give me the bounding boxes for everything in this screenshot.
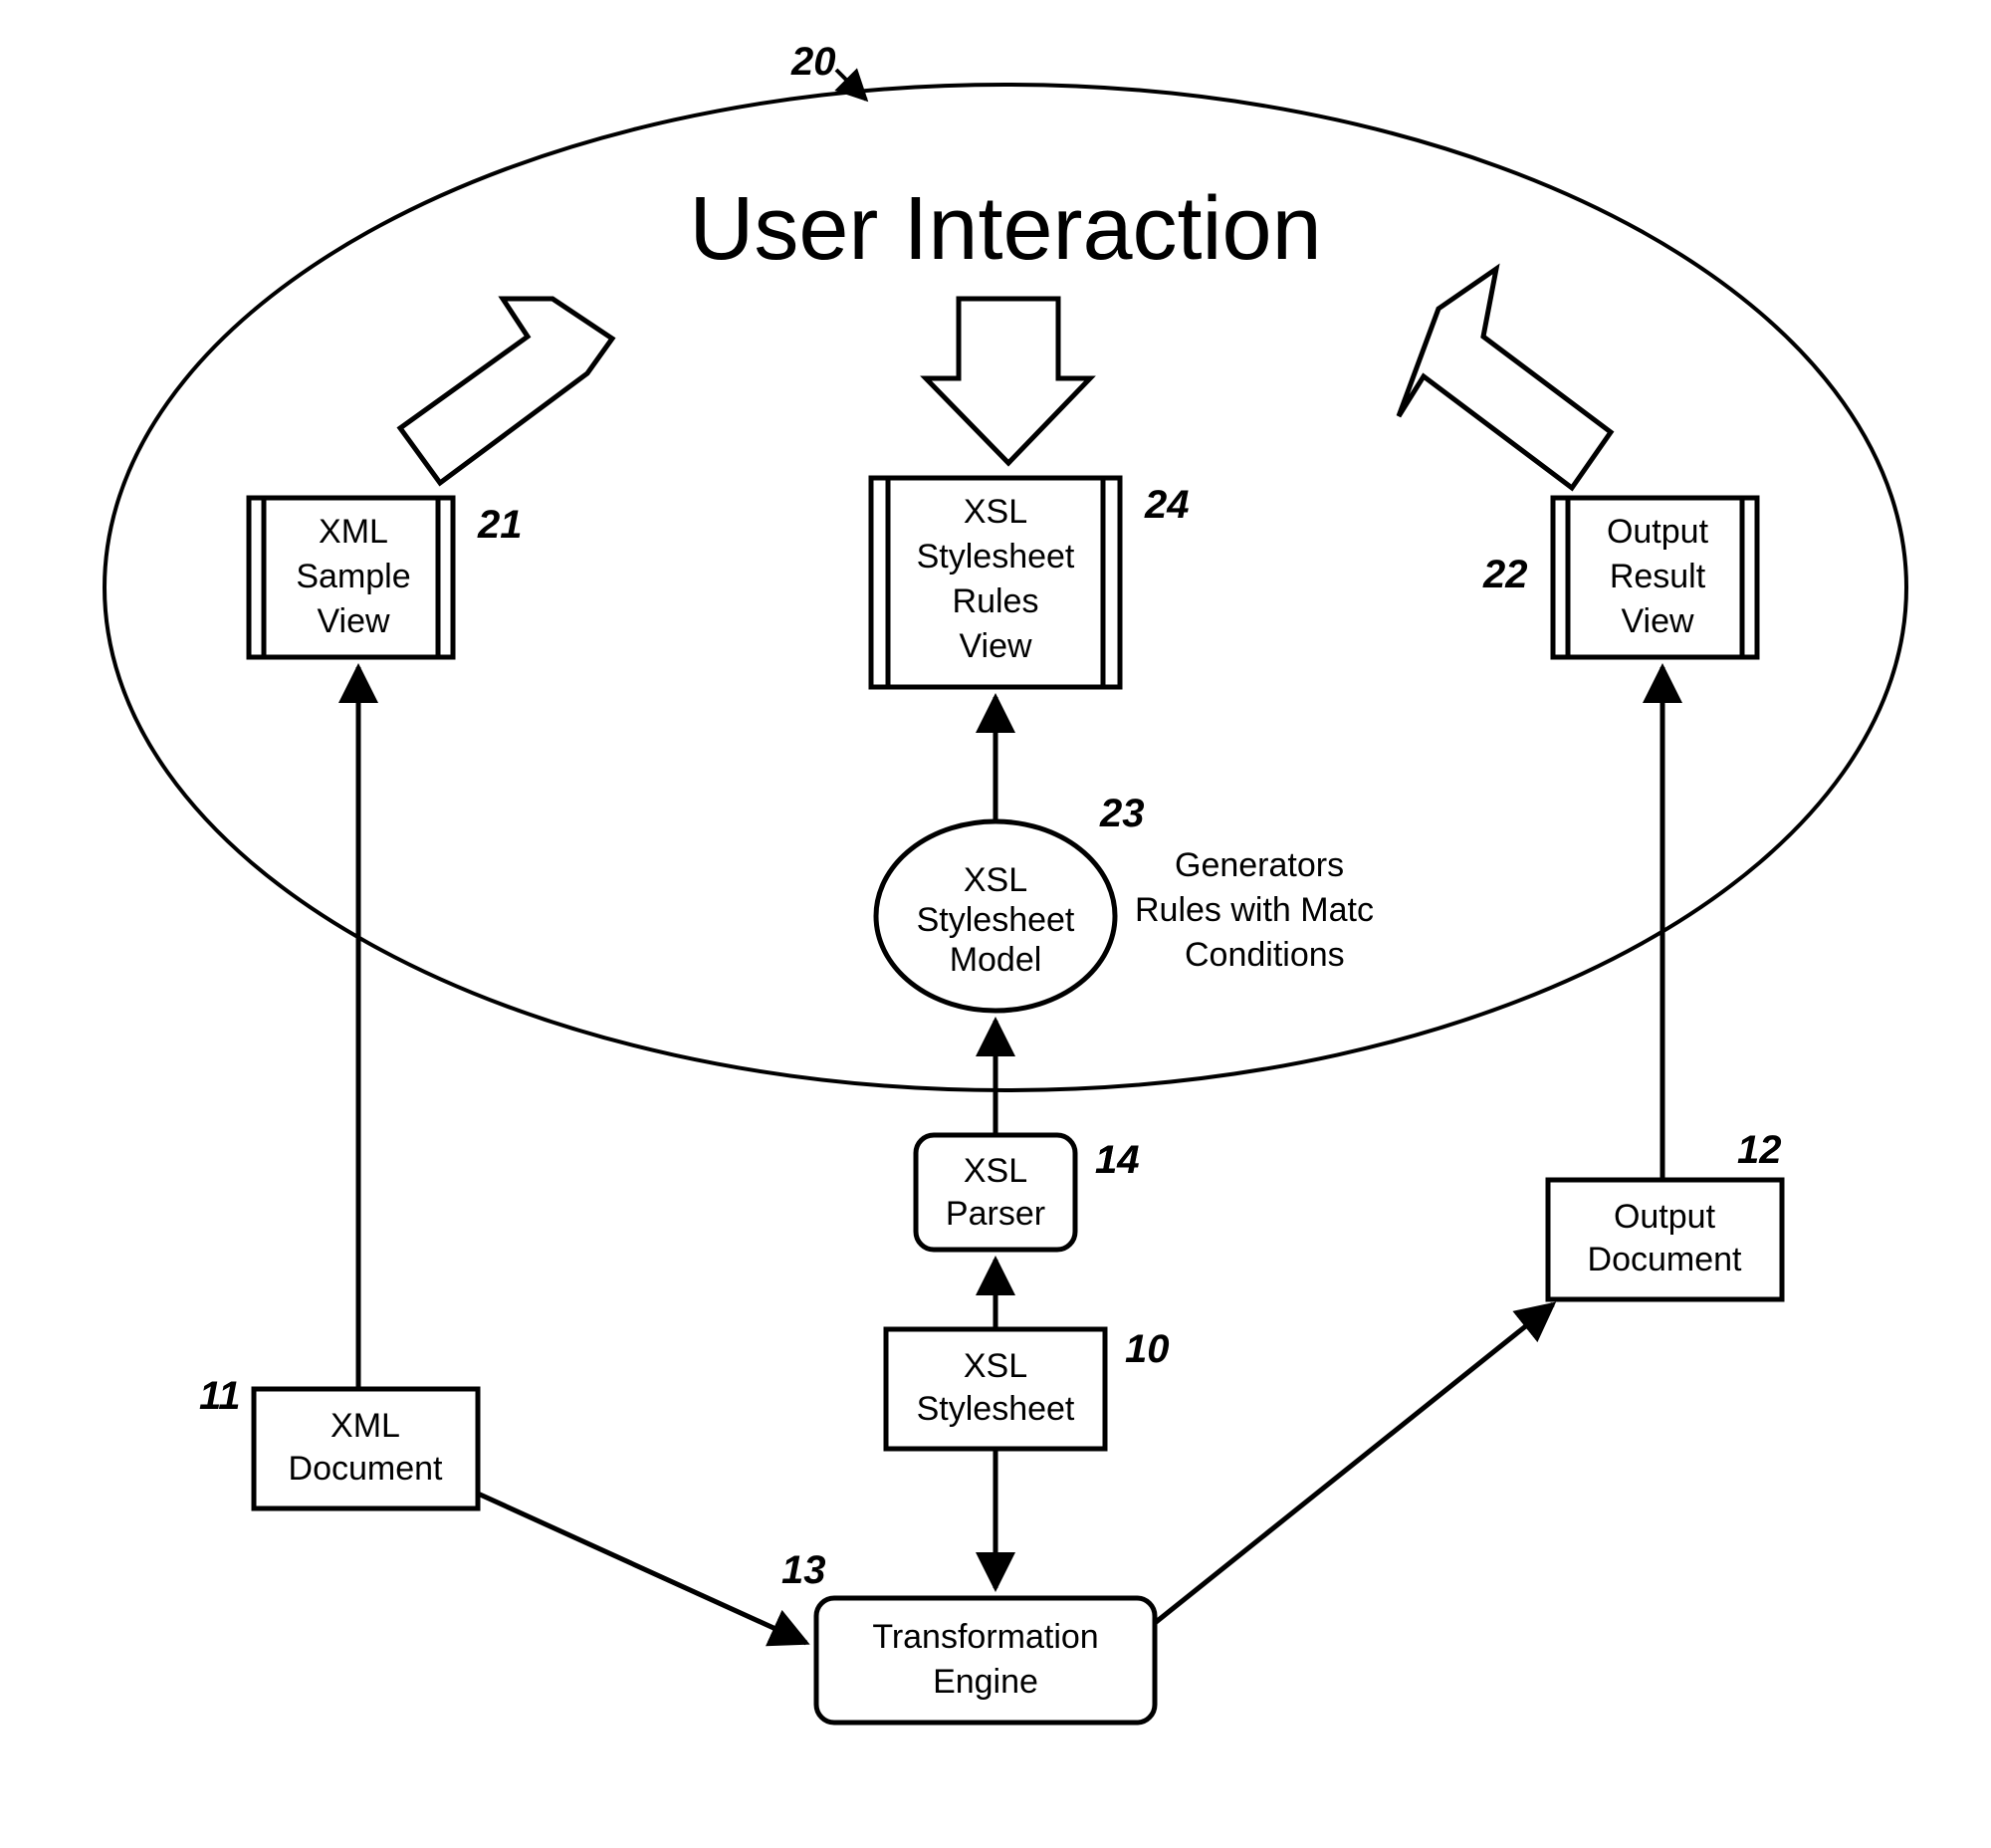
output-document-box: Output Document (1548, 1180, 1782, 1299)
stylesheet-rules-view: XSL Stylesheet Rules View (871, 478, 1120, 687)
xsl-parser-box: XSL Parser (916, 1135, 1075, 1250)
model-side-l3: Conditions (1185, 936, 1345, 974)
stylesheet-rules-number: 24 (1144, 483, 1190, 527)
stylesheet-rules-l2: Stylesheet (917, 538, 1075, 576)
xml-document-box: XML Document (254, 1389, 478, 1508)
output-result-l3: View (1621, 602, 1694, 640)
stylesheet-number: 10 (1125, 1327, 1170, 1371)
title-text: User Interaction (689, 179, 1321, 279)
xml-sample-l1: XML (319, 513, 388, 551)
arrow-engine-to-outputdoc (1155, 1304, 1553, 1623)
output-result-l1: Output (1607, 513, 1709, 551)
engine-number: 13 (781, 1548, 826, 1592)
arrow-to-output-result (1399, 269, 1611, 488)
xml-sample-number: 21 (477, 503, 523, 547)
xml-sample-l3: View (317, 602, 390, 640)
transformation-engine-box: Transformation Engine (816, 1598, 1155, 1723)
xsl-stylesheet-box: XSL Stylesheet (886, 1329, 1105, 1449)
stylesheet-rules-l1: XSL (964, 493, 1027, 531)
arrow-to-xml-sample (400, 299, 612, 483)
engine-l2: Engine (933, 1663, 1038, 1701)
parser-l1: XSL (964, 1152, 1027, 1190)
output-doc-number: 12 (1737, 1128, 1782, 1172)
output-result-l2: Result (1610, 558, 1706, 595)
stylesheet-l2: Stylesheet (917, 1390, 1075, 1428)
model-l3: Model (950, 941, 1042, 979)
parser-l2: Parser (946, 1195, 1045, 1233)
model-l1: XSL (964, 861, 1027, 899)
stylesheet-l1: XSL (964, 1347, 1027, 1385)
xml-doc-number: 11 (199, 1374, 241, 1418)
diagram-canvas: 20 User Interaction XML Sample View 21 X… (0, 0, 1991, 1848)
output-result-number: 22 (1482, 553, 1528, 596)
xml-sample-l2: Sample (296, 558, 410, 595)
xml-sample-view: XML Sample View (249, 498, 453, 657)
output-doc-l2: Document (1588, 1241, 1743, 1278)
model-number: 23 (1099, 792, 1145, 835)
parser-number-dup: 14 (1095, 1138, 1140, 1182)
stylesheet-rules-l4: View (959, 627, 1032, 665)
ellipse-number: 20 (790, 40, 836, 84)
model-l2: Stylesheet (917, 901, 1075, 939)
ellipse-pointer (836, 70, 866, 100)
model-side-l1: Generators (1175, 846, 1344, 884)
output-result-view: Output Result View (1553, 498, 1757, 657)
output-doc-l1: Output (1614, 1198, 1716, 1236)
model-side-l2: Rules with Matc (1135, 891, 1374, 929)
engine-l1: Transformation (872, 1618, 1098, 1656)
arrow-to-stylesheet-rules (926, 299, 1090, 463)
xml-doc-l2: Document (289, 1450, 444, 1488)
xml-doc-l1: XML (331, 1407, 400, 1445)
stylesheet-rules-l3: Rules (953, 582, 1039, 620)
arrow-xmldoc-to-engine (478, 1494, 806, 1643)
